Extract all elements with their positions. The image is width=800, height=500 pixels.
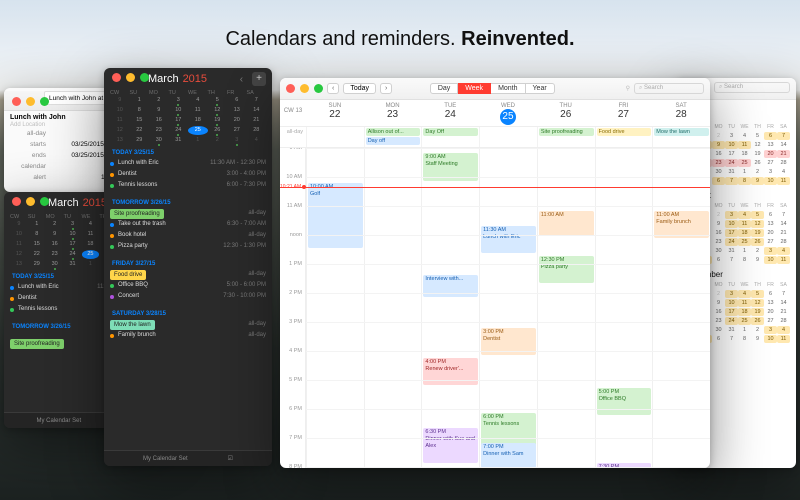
seg-day[interactable]: Day <box>430 83 458 94</box>
mini-calendar[interactable]: 9123456710891011121314111516171819202112… <box>104 96 272 145</box>
day-column[interactable]: 11:00 AMFamily brunch <box>652 148 710 468</box>
allday-event[interactable]: Site proofreading <box>539 128 594 136</box>
allday-event[interactable]: Allison out of... <box>366 128 421 136</box>
starts-date[interactable]: 03/25/2015 <box>71 140 104 150</box>
close-icon[interactable] <box>12 197 21 206</box>
day-column[interactable]: 5:00 PMOffice BBQ7:30 PMConcert <box>595 148 653 468</box>
reminders-icon[interactable]: ☑ <box>228 455 233 462</box>
allday-event[interactable]: Day off <box>366 137 421 145</box>
traffic-lights[interactable] <box>12 197 49 206</box>
minimize-icon[interactable] <box>26 97 35 106</box>
day-header-cell[interactable]: MON23 <box>364 100 422 126</box>
calendar-event[interactable]: 6:30 PMDinner with Sue and Alex <box>423 428 478 463</box>
day-column[interactable]: 10:00 AMGolf <box>306 148 364 468</box>
allday-pill[interactable]: Food drive <box>110 270 146 280</box>
week-grid[interactable]: 9 AM10 AM11 AMnoon1 PM2 PM3 PM4 PM5 PM6 … <box>280 148 710 468</box>
calendar-event[interactable]: 11:00 AM <box>539 211 594 236</box>
maximize-icon[interactable] <box>314 84 323 93</box>
search-field[interactable]: ⌕ Search <box>714 82 790 93</box>
year-label: 2015 <box>183 73 207 85</box>
agenda-item[interactable]: Dentist3:00 - 4:00 PM <box>110 169 266 180</box>
add-button[interactable]: + <box>252 72 266 86</box>
day-column[interactable] <box>364 148 422 468</box>
maximize-icon[interactable] <box>40 97 49 106</box>
calendar-event[interactable]: 7:00 PMDinner with Sam <box>481 443 536 468</box>
day-column[interactable]: 11:30 AMLunch with Eric3:00 PMDentist6:0… <box>479 148 537 468</box>
alert-label: alert <box>10 173 46 183</box>
day-header-cell[interactable]: FRI27 <box>595 100 653 126</box>
calendar-event[interactable]: 5:00 PMOffice BBQ <box>597 388 652 415</box>
traffic-lights[interactable] <box>112 73 149 82</box>
day-header-cell[interactable]: SAT28 <box>652 100 710 126</box>
calendar-set-picker[interactable]: My Calendar Set <box>36 418 81 424</box>
allday-row[interactable]: all-dayAllison out of...Day offDay OffSi… <box>280 127 710 148</box>
day-header-cell[interactable]: THU26 <box>537 100 595 126</box>
starts-label: starts <box>10 140 46 150</box>
day-column[interactable]: 11:00 AM 12:30 PMPizza party <box>537 148 595 468</box>
close-icon[interactable] <box>286 84 295 93</box>
agenda-saturday: Mow the lawnall-day Family brunchall-day <box>104 319 272 345</box>
section-saturday: SATURDAY 3/28/15 <box>104 306 272 319</box>
agenda-today: Lunch with Eric11:30 AM - 12:30 PMDentis… <box>104 158 272 195</box>
agenda-item[interactable]: Tennis lessons6:00 - 7:30 PM <box>110 180 266 191</box>
day-header-cell[interactable]: WED25 <box>479 100 537 126</box>
week-view-window: ‹ Today › DayWeekMonthYear ⚲ Search CW 1… <box>280 78 710 468</box>
allday-pill[interactable]: Site proofreading <box>110 209 164 219</box>
today-button[interactable]: Today <box>343 83 376 94</box>
seg-week[interactable]: Week <box>458 83 491 94</box>
calendar-event[interactable]: 10:00 AMGolf <box>308 183 363 248</box>
search-field[interactable]: Search <box>634 83 704 94</box>
allday-pill[interactable]: Mow the lawn <box>110 320 155 330</box>
traffic-lights[interactable] <box>286 84 323 93</box>
calendar-label: calendar <box>10 162 46 172</box>
day-column[interactable]: 9:00 AMStaff MeetingInterview with...4:0… <box>421 148 479 468</box>
tagline-bold: Reinvented. <box>461 28 574 50</box>
agenda-tomorrow: Site proofreadingall-day Take out the tr… <box>104 208 272 256</box>
day-header-cell[interactable]: TUE24 <box>421 100 479 126</box>
minimize-icon[interactable] <box>26 197 35 206</box>
tagline-text: Calendars and reminders. <box>225 28 461 50</box>
toolbar: ‹ Today › DayWeekMonthYear ⚲ Search <box>280 78 710 100</box>
ends-date[interactable]: 03/25/2015 <box>71 151 104 161</box>
minimize-icon[interactable] <box>300 84 309 93</box>
month-label: March <box>148 73 179 85</box>
allday-event[interactable]: Day Off <box>423 128 478 136</box>
day-header: CW 13SUN22MON23TUE24WED25THU26FRI27SAT28 <box>280 100 710 127</box>
seg-year[interactable]: Year <box>526 83 555 94</box>
next-button[interactable]: › <box>380 83 392 94</box>
month-label: March <box>48 197 79 209</box>
maximize-icon[interactable] <box>140 73 149 82</box>
allday-event[interactable]: Food drive <box>597 128 652 136</box>
allday-pill[interactable]: Site proofreading <box>10 339 64 349</box>
section-tomorrow: TOMORROW 3/26/15 <box>104 195 272 208</box>
toolbar-icon[interactable]: ⚲ <box>626 85 630 92</box>
calendar-event[interactable]: 11:00 AMFamily brunch <box>654 211 709 238</box>
tagline: Calendars and reminders. Reinvented. <box>0 28 800 51</box>
calendar-event[interactable]: 11:30 AMLunch with Eric <box>481 226 536 253</box>
minimize-icon[interactable] <box>126 73 135 82</box>
maximize-icon[interactable] <box>40 197 49 206</box>
allday-label: all-day <box>10 129 46 139</box>
dark-agenda-window: + March 2015 ‹ › CWSUMOTUWETHFRSA 912345… <box>104 68 272 466</box>
close-icon[interactable] <box>112 73 121 82</box>
agenda-item[interactable]: Lunch with Eric11:30 AM - 12:30 PM <box>110 158 266 169</box>
calendar-event[interactable]: 12:30 PMPizza party <box>539 256 594 283</box>
allday-event[interactable]: Mow the lawn <box>654 128 709 136</box>
prev-button[interactable]: ‹ <box>327 83 339 94</box>
view-segmented-control[interactable]: DayWeekMonthYear <box>430 83 555 94</box>
calendar-set-picker[interactable]: My Calendar Set <box>143 456 188 462</box>
section-friday: FRIDAY 3/27/15 <box>104 256 272 269</box>
traffic-lights[interactable] <box>12 97 49 106</box>
ends-label: ends <box>10 151 46 161</box>
day-header-cell[interactable]: SUN22 <box>306 100 364 126</box>
seg-month[interactable]: Month <box>491 83 525 94</box>
agenda-friday: Food driveall-day Office BBQ5:00 - 6:00 … <box>104 269 272 306</box>
section-today: TODAY 3/25/15 <box>104 145 272 158</box>
close-icon[interactable] <box>12 97 21 106</box>
